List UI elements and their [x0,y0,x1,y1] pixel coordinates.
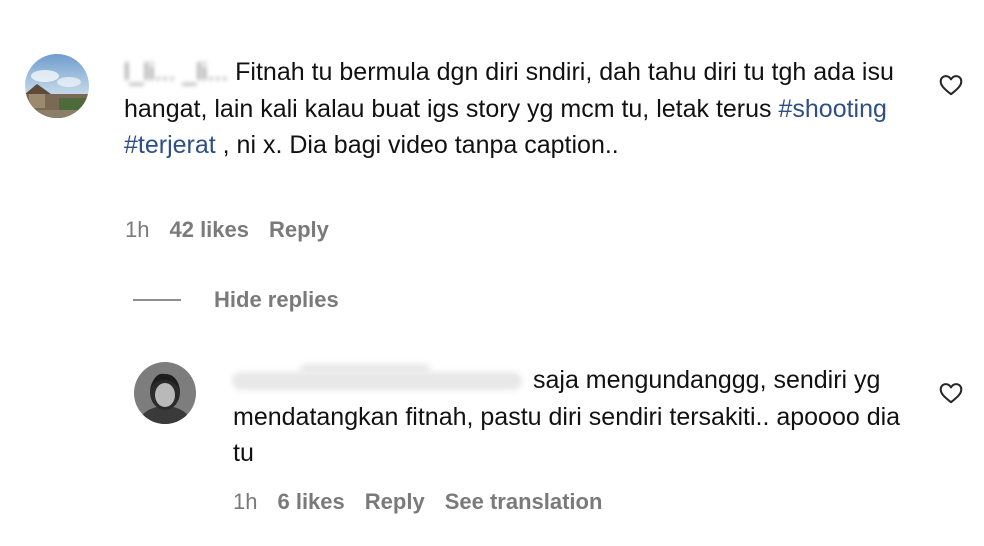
comment-text: l_li... _li... Fitnah tu bermula dgn dir… [124,54,914,164]
reply-meta: 1h 6 likes Reply See translation [233,489,622,515]
comment-time: 1h [125,217,150,242]
comment-body-end: , ni x. Dia bagi video tanpa caption.. [215,131,619,159]
previous-comment-cutoff [315,0,375,2]
reply-text: saja mengundanggg, sendiri yg mendatangk… [233,362,923,472]
comment-likes[interactable]: 42 likes [169,217,249,242]
reply-button[interactable]: Reply [269,217,329,242]
see-translation-button[interactable]: See translation [445,489,603,514]
heart-icon[interactable] [938,72,964,98]
reply-time: 1h [233,489,258,514]
comment-username[interactable]: l_li... _li... [124,54,228,91]
reply-avatar[interactable] [134,362,196,424]
reply-body: saja mengundanggg, sendiri yg mendatangk… [233,366,901,467]
reply-reply-button[interactable]: Reply [365,489,425,514]
hashtag-shooting[interactable]: #shooting [778,95,886,123]
reply-likes[interactable]: 6 likes [277,489,344,514]
hashtag-terjerat[interactable]: #terjerat [124,131,216,159]
replies-divider [133,299,181,301]
heart-icon[interactable] [938,380,964,406]
hide-replies-button[interactable]: Hide replies [214,287,339,313]
commenter-avatar[interactable] [25,54,89,118]
comment-meta: 1h 42 likes Reply [125,217,349,243]
